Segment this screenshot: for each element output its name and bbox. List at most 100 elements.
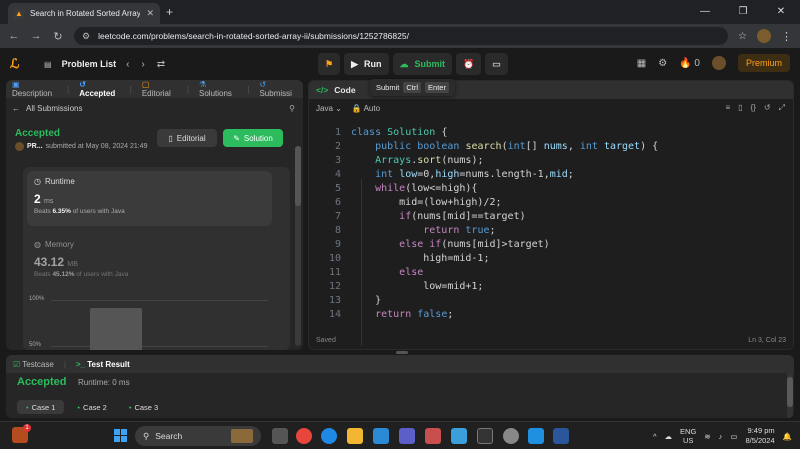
code-line[interactable]: public boolean search(int[] nums, int ta… bbox=[351, 141, 658, 152]
format-icon[interactable]: ≡ bbox=[725, 103, 730, 113]
close-tab-icon[interactable]: ✕ bbox=[146, 8, 154, 19]
tab-description[interactable]: ▣ Description bbox=[12, 80, 57, 98]
mail-icon[interactable] bbox=[373, 428, 389, 444]
code-line[interactable]: if(nums[mid]==target) bbox=[351, 211, 525, 222]
language-select[interactable]: Java ⌄ bbox=[316, 104, 342, 113]
window-controls: — ❐ ✕ bbox=[686, 0, 800, 24]
tab-editorial[interactable]: ▢ Editorial bbox=[142, 80, 177, 98]
browser-tab[interactable]: ▲ Search in Rotated Sorted Array ✕ bbox=[8, 3, 160, 24]
start-button[interactable] bbox=[114, 429, 127, 442]
braces-icon[interactable]: {} bbox=[751, 103, 756, 113]
bookmark-icon[interactable]: ▯ bbox=[738, 103, 742, 113]
task-view-icon[interactable] bbox=[272, 428, 288, 444]
chrome-icon[interactable] bbox=[296, 428, 312, 444]
case-tab[interactable]: • Case 2 bbox=[68, 400, 115, 414]
code-line[interactable]: return false; bbox=[351, 309, 453, 320]
url-field[interactable]: ⚙ leetcode.com/problems/search-in-rotate… bbox=[74, 27, 729, 45]
forward-icon[interactable]: → bbox=[30, 30, 42, 42]
case-tab[interactable]: • Case 3 bbox=[120, 400, 167, 414]
console-scrollbar[interactable] bbox=[787, 373, 793, 418]
wifi-icon[interactable]: ≋ bbox=[704, 432, 710, 441]
user-avatar[interactable] bbox=[711, 56, 726, 70]
layout-icon[interactable]: ▦ bbox=[637, 58, 646, 69]
run-button[interactable]: ▶ Run bbox=[344, 53, 389, 75]
profile-avatar[interactable] bbox=[757, 29, 771, 43]
code-line[interactable]: mid=(low+high)/2; bbox=[351, 197, 501, 208]
photos-icon[interactable] bbox=[451, 428, 467, 444]
widgets-icon[interactable]: 1 bbox=[12, 424, 31, 443]
shuffle-icon[interactable]: ⇄ bbox=[157, 59, 165, 70]
reload-icon[interactable]: ↻ bbox=[52, 30, 64, 43]
edge-icon[interactable] bbox=[321, 428, 337, 444]
battery-icon[interactable]: ▭ bbox=[730, 432, 737, 441]
code-line[interactable]: class Solution { bbox=[351, 127, 447, 138]
share-link-icon[interactable]: ⚲ bbox=[289, 104, 295, 113]
back-icon[interactable]: ← bbox=[8, 30, 20, 42]
help-icon[interactable] bbox=[528, 428, 544, 444]
input-language[interactable]: ENG US bbox=[680, 427, 696, 445]
problem-list-link[interactable]: Problem List bbox=[62, 59, 117, 69]
code-line[interactable]: else if(nums[mid]>target) bbox=[351, 239, 550, 250]
all-submissions-link[interactable]: ← All Submissions ⚲ bbox=[6, 98, 303, 118]
tray-chevron-icon[interactable]: ^ bbox=[653, 432, 657, 441]
bookmark-star-icon[interactable]: ☆ bbox=[738, 31, 747, 42]
code-line[interactable]: } bbox=[351, 295, 381, 306]
submit-button[interactable]: ☁ Submit bbox=[392, 53, 452, 75]
code-line[interactable]: int low=0,high=nums.length-1,mid; bbox=[351, 169, 574, 180]
code-line[interactable]: low=mid+1; bbox=[351, 281, 483, 292]
tab-testcase[interactable]: ☑ Testcase bbox=[13, 360, 54, 369]
search-highlight-image bbox=[231, 429, 253, 443]
solution-button[interactable]: ✎ Solution bbox=[223, 129, 283, 147]
tab-submissions[interactable]: ↺ Submissi bbox=[259, 80, 297, 98]
case-tab[interactable]: • Case 1 bbox=[17, 400, 65, 414]
username[interactable]: PR... bbox=[27, 143, 43, 150]
prev-problem-icon[interactable]: ‹ bbox=[126, 59, 129, 70]
tab-test-result[interactable]: >_ Test Result bbox=[76, 360, 130, 369]
code-line[interactable]: while(low<=high){ bbox=[351, 183, 477, 194]
store-icon[interactable] bbox=[425, 428, 441, 444]
taskbar-search[interactable]: ⚲ Search bbox=[135, 426, 261, 446]
new-tab-button[interactable]: + bbox=[166, 5, 173, 19]
chart-bar[interactable] bbox=[90, 308, 142, 350]
editorial-button[interactable]: ▯ Editorial bbox=[157, 129, 217, 147]
console-scroll-thumb[interactable] bbox=[787, 377, 793, 407]
volume-icon[interactable]: ♪ bbox=[719, 432, 723, 441]
file-explorer-icon[interactable] bbox=[347, 428, 363, 444]
streak-counter[interactable]: 🔥 0 bbox=[679, 58, 700, 69]
code-line[interactable]: high=mid-1; bbox=[351, 253, 489, 264]
code-line[interactable]: Arrays.sort(nums); bbox=[351, 155, 483, 166]
settings-gear-icon[interactable]: ⚙ bbox=[658, 58, 667, 69]
tab-accepted[interactable]: ↺ Accepted bbox=[79, 80, 120, 98]
clock[interactable]: 9:49 pm 8/5/2024 bbox=[745, 426, 774, 446]
debug-button[interactable]: ⚑ bbox=[318, 53, 341, 75]
problem-list-icon[interactable]: ▤ bbox=[44, 60, 52, 69]
runtime-card[interactable]: ◷ Runtime 2 ms Beats 6.35% of users with … bbox=[27, 171, 272, 226]
minimize-icon[interactable]: — bbox=[686, 0, 724, 24]
auto-mode[interactable]: 🔒 Auto bbox=[352, 104, 380, 113]
timer-button[interactable]: ⏰ bbox=[456, 53, 482, 75]
next-problem-icon[interactable]: › bbox=[141, 59, 144, 70]
leetcode-logo[interactable]: ℒ bbox=[10, 56, 28, 72]
memory-card[interactable]: ◍ Memory 43.12 MB Beats 45.12% of users w… bbox=[34, 240, 128, 278]
word-icon[interactable] bbox=[553, 428, 569, 444]
notification-bell-icon[interactable]: 🔔 bbox=[783, 432, 792, 441]
site-info-icon[interactable]: ⚙ bbox=[82, 31, 90, 42]
settings-app-icon[interactable] bbox=[503, 428, 519, 444]
notes-button[interactable]: ▭ bbox=[485, 53, 508, 75]
tab-solutions[interactable]: ⚗ Solutions bbox=[199, 80, 237, 98]
reset-icon[interactable]: ↺ bbox=[764, 103, 771, 113]
panel-resize-handle[interactable] bbox=[396, 351, 408, 354]
code-line[interactable]: else bbox=[351, 267, 423, 278]
teams-icon[interactable] bbox=[399, 428, 415, 444]
left-scrollbar[interactable] bbox=[295, 146, 301, 346]
premium-button[interactable]: Premium bbox=[737, 54, 790, 72]
restore-icon[interactable]: ❐ bbox=[724, 0, 762, 24]
cloud-upload-icon: ☁ bbox=[399, 58, 409, 69]
terminal-app-icon[interactable] bbox=[477, 428, 493, 444]
browser-menu-icon[interactable]: ⋮ bbox=[781, 30, 792, 43]
left-scroll-thumb[interactable] bbox=[295, 146, 301, 206]
code-line[interactable]: return true; bbox=[351, 225, 495, 236]
cloud-icon[interactable]: ☁ bbox=[665, 432, 673, 441]
fullscreen-icon[interactable]: ⤢ bbox=[779, 103, 785, 113]
close-window-icon[interactable]: ✕ bbox=[762, 0, 800, 24]
